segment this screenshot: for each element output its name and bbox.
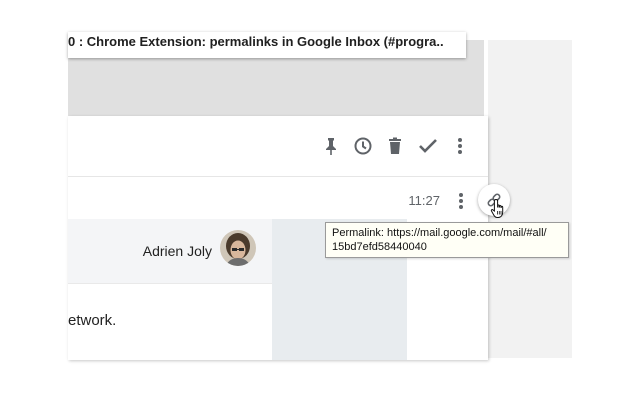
tooltip-line-2: 15bd7efd58440040 [332, 241, 427, 253]
pin-icon[interactable] [318, 133, 344, 159]
permalink-tooltip: Permalink: https://mail.google.com/mail/… [325, 222, 569, 258]
message-meta-row: 11:27 [68, 177, 488, 219]
snooze-clock-icon[interactable] [350, 133, 376, 159]
message-body: etwork. [68, 312, 117, 329]
sender-row[interactable]: Adrien Joly [68, 219, 272, 284]
done-check-icon[interactable] [415, 133, 441, 159]
more-vert-icon[interactable] [447, 133, 473, 159]
message-more-icon[interactable] [450, 190, 472, 212]
sender-name: Adrien Joly [142, 243, 212, 259]
hand-cursor-icon [490, 198, 504, 218]
avatar [220, 230, 256, 266]
background-email-card[interactable]: 0 : Chrome Extension: permalinks in Goog… [68, 32, 466, 58]
trash-icon[interactable] [382, 133, 408, 159]
email-toolbar [68, 116, 488, 177]
tooltip-line-1: Permalink: https://mail.google.com/mail/… [332, 227, 547, 239]
message-time: 11:27 [408, 193, 440, 208]
background-email-title: 0 : Chrome Extension: permalinks in Goog… [68, 34, 444, 49]
